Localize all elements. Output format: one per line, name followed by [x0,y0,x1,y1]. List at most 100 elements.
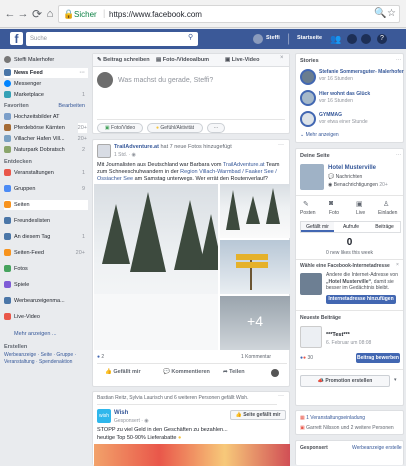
star-icon[interactable]: ☆ [387,8,396,19]
sidebar-item-explore[interactable]: Werbeanzeigenma... [4,296,88,306]
create-links[interactable]: Werbeanzeige · Seite · Gruppe · Veransta… [4,352,88,366]
tab-posts[interactable]: Beiträge [368,222,401,232]
home-link[interactable]: Startseite [297,35,322,41]
facebook-logo-icon[interactable]: f [10,32,23,46]
story-name[interactable]: Stefanie Sommersguter- Malerhofer [319,69,404,75]
action-live[interactable]: Live [356,210,365,216]
text-link[interactable]: TrailAdventure.at [223,162,265,168]
post-photo[interactable] [220,184,290,238]
action-photo[interactable]: Foto [329,210,339,216]
reactions[interactable]: ●● 30 [300,355,313,361]
likes-count[interactable]: ● 2 [97,354,104,360]
home-icon[interactable]: ⌂ [44,7,56,21]
notifications-icon[interactable] [361,34,371,44]
story-avatar[interactable] [300,111,316,127]
sidebar-item-explore[interactable]: Seiten-Feed 20+ [4,248,88,258]
help-icon[interactable]: ? [377,34,387,44]
sidebar-item-explore[interactable]: Fotos [4,264,88,274]
more-icon[interactable]: ··· [80,68,86,78]
avatar[interactable] [253,34,263,44]
tab-live-video[interactable]: ▣ Live-Video [225,57,259,63]
page-avatar[interactable] [97,144,111,158]
event-invite-link[interactable]: ▦ 1 Veranstaltungseinladung [300,415,365,421]
live-icon[interactable]: ▣ [356,200,363,208]
sidebar-item-explore[interactable]: An diesem Tag 1 [4,232,88,242]
sidebar-profile[interactable]: Steffi Malerhofer [4,55,88,65]
sidebar-item-explore[interactable]: Veranstaltungen 1 [4,168,88,178]
story-name[interactable]: GYMMAG [319,112,342,118]
more-link[interactable]: Mehr anzeigen ... [14,331,57,337]
sidebar-item-favorite[interactable]: Pferdebörse Kärnten 20+ [4,123,88,133]
messages-icon[interactable] [347,34,357,44]
more-icon[interactable]: ··· [396,152,401,158]
create-ad-link[interactable]: Werbeanzeige erstelle [352,445,402,451]
page-avatar[interactable] [300,164,324,190]
profile-link[interactable]: Steffi [266,35,280,41]
zoom-icon[interactable]: 🔍 [374,8,386,19]
ad-image[interactable] [94,444,290,466]
post-icon[interactable]: ✎ [303,200,309,208]
sidebar-item-explore[interactable]: Freundeslisten [4,216,88,226]
post-menu-icon[interactable]: ··· [278,393,284,399]
close-icon[interactable]: × [396,262,399,268]
sidebar-item-news-feed[interactable]: News Feed ··· [4,68,88,78]
share-button[interactable]: ➦ Teilen [223,369,245,375]
add-address-button[interactable]: Internetadresse hinzufügen [326,295,396,304]
boost-post-button[interactable]: Beitrag bewerben [356,353,400,363]
avatar[interactable] [271,369,279,377]
like-page-button[interactable]: 👍 Seite gefällt mir [230,410,286,420]
edit-favorites-link[interactable]: Bearbeiten [58,103,85,109]
sidebar-item-explore[interactable]: Spiele [4,280,88,290]
messages-link[interactable]: 💬 Nachrichten [328,174,362,180]
search-icon[interactable]: ⚲ [188,33,193,41]
feeling-activity-button[interactable]: ● Gefühl/Aktivität [147,123,203,133]
comments-count[interactable]: 1 Kommentar [241,354,271,360]
chevron-down-icon[interactable]: ▾ [394,377,397,383]
story-name[interactable]: Hier wohnt das Glück [319,91,370,97]
action-invite[interactable]: Einladen [378,210,397,216]
like-button[interactable]: 👍 Gefällt mir [105,369,141,375]
sidebar-item-explore[interactable]: Gruppen 9 [4,184,88,194]
invite-icon[interactable]: ♙ [383,200,389,208]
sidebar-item-favorite[interactable]: Villacher Hafen Vill... 20+ [4,134,88,144]
recent-post-title[interactable]: ***Test*** [326,332,350,338]
more-icon[interactable]: ··· [396,57,401,63]
sidebar-item-explore[interactable]: Live-Video [4,312,88,322]
notifications-link[interactable]: ◉ Benachrichtigungen 20+ [328,182,388,188]
create-promotion-button[interactable]: 📣 Promotion erstellen [300,375,390,387]
tab-views[interactable]: Aufrufe [334,222,368,232]
sidebar-item-explore[interactable]: Seiten [4,200,88,210]
composer-input[interactable]: Was machst du gerade, Steffi? [118,77,213,84]
post-author-link[interactable]: TrailAdventure.at [114,144,159,150]
post-photo-main[interactable] [94,184,218,350]
sidebar-item-marketplace[interactable]: Marketplace 1 [4,90,88,100]
wish-logo[interactable]: wish [97,409,111,423]
address-bar[interactable]: 🔒 Sicher | https://www.facebook.com 🔍 ☆ [58,5,400,23]
story-avatar[interactable] [300,69,316,85]
post-photo-more[interactable]: +4 [220,296,290,350]
tab-likes[interactable]: Gefällt mir [301,222,334,232]
forward-arrow-icon[interactable]: → [17,7,29,21]
story-avatar[interactable] [300,90,316,106]
comment-button[interactable]: 💬 Kommentieren [163,369,210,375]
search-input[interactable]: Suche [26,32,198,46]
friend-requests-icon[interactable]: 👥 [330,34,341,45]
tab-write-post[interactable]: ✎ Beitrag schreiben [97,57,150,63]
post-menu-icon[interactable]: ··· [278,142,284,148]
reload-icon[interactable]: ⟳ [31,7,43,21]
tab-photo-album[interactable]: ▤ Foto-/Videoalbum [156,57,209,63]
more-options-button[interactable]: ··· [207,123,225,133]
photo-video-button[interactable]: ▣ Foto/Video [97,123,143,133]
sidebar-item-messenger[interactable]: Messenger [4,79,88,89]
post-thumbnail[interactable] [300,326,322,348]
advertiser-name[interactable]: Wish [114,410,128,416]
back-arrow-icon[interactable]: ← [4,7,16,21]
page-name[interactable]: Hotel Musterville [328,165,376,171]
post-photo[interactable] [220,240,290,294]
sidebar-item-favorite[interactable]: Hochzeitsbilder AT [4,112,88,122]
sidebar-item-favorite[interactable]: Naturpark Dobratsch 2 [4,145,88,155]
action-post[interactable]: Posten [300,210,316,216]
more-stories-link[interactable]: ⌄ Mehr anzeigen [300,132,339,138]
close-icon[interactable]: × [280,55,284,61]
camera-icon[interactable]: ◙ [329,200,333,207]
